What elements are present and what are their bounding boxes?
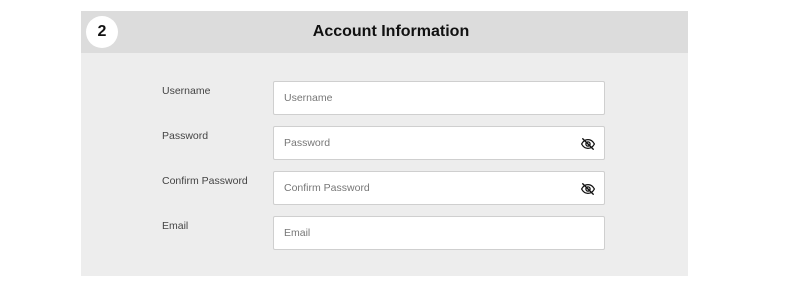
password-label: Password [162,130,209,142]
confirm-password-label: Confirm Password [162,175,248,187]
password-field-wrapper [273,126,605,160]
password-row: Password [81,126,688,161]
email-row: Email [81,216,688,251]
confirm-password-field-wrapper [273,171,605,205]
email-label: Email [162,220,189,232]
section-title: Account Information [312,23,470,40]
username-input[interactable] [274,82,604,114]
eye-slash-icon[interactable] [581,137,595,151]
username-row: Username [81,81,688,116]
username-label: Username [162,85,211,97]
email-field-wrapper [273,216,605,250]
section-header: 2 Account Information [81,11,688,53]
email-input[interactable] [274,217,604,249]
confirm-password-row: Confirm Password [81,171,688,206]
password-input[interactable] [274,127,604,159]
account-information-section: 2 Account Information Username Password … [81,11,688,276]
confirm-password-input[interactable] [274,172,604,204]
username-field-wrapper [273,81,605,115]
eye-slash-icon[interactable] [581,182,595,196]
